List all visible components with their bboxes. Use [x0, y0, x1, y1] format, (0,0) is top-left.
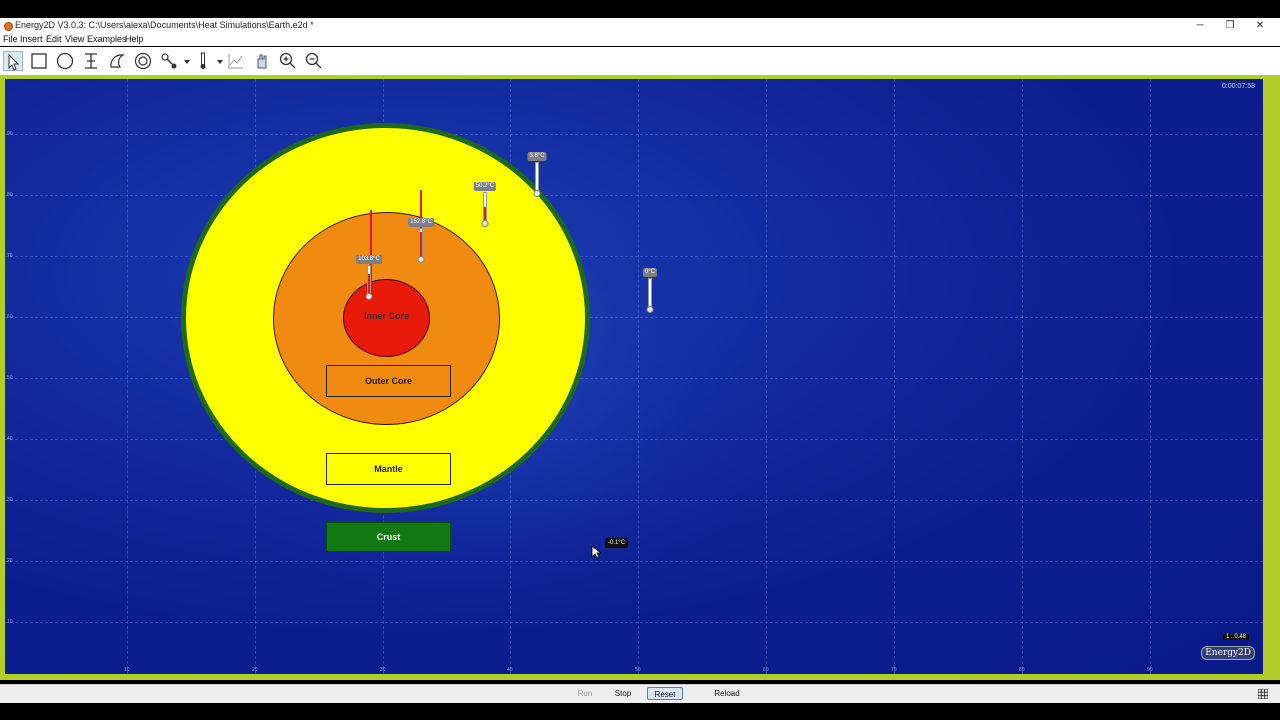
x-tick-label: 20 — [252, 667, 258, 673]
thermometer-fill — [368, 274, 370, 294]
thermometer-readout: 103.8°C — [356, 255, 382, 264]
y-tick-label: 10 — [7, 619, 13, 625]
grid-line — [766, 79, 767, 674]
grid-line — [5, 500, 1263, 501]
title-bar: Energy2D V3.0.3: C:\Users\alexa\Document… — [0, 18, 1280, 34]
grid-line — [5, 439, 1263, 440]
thermometer-readout: 3.8°C — [527, 152, 547, 161]
zoom-in-icon[interactable] — [278, 51, 298, 71]
thermometer-bulb — [533, 190, 541, 197]
heater-dropdown-icon[interactable] — [184, 60, 190, 64]
minimize-button[interactable]: ─ — [1192, 19, 1208, 33]
x-tick-label: 40 — [507, 667, 513, 673]
text-cursor-icon[interactable] — [81, 51, 101, 71]
x-tick-label: 70 — [891, 667, 897, 673]
elapsed-time: 0:00:07:58 — [1221, 83, 1255, 90]
x-tick-label: 80 — [1019, 667, 1025, 673]
menu-file[interactable]: File — [3, 34, 18, 44]
grid-toggle-icon[interactable] — [1258, 689, 1268, 699]
thermometer-readout: 152.8°C — [408, 218, 434, 227]
reload-button[interactable]: Reload — [708, 687, 746, 700]
menu-edit[interactable]: Edit — [46, 34, 62, 44]
simulation-frame: 90 80 70 60 50 40 30 20 10 10 20 30 40 5… — [0, 75, 1280, 680]
mantle-box[interactable]: Mantle — [326, 453, 451, 485]
thermometer-bulb — [365, 293, 373, 300]
window-title: Energy2D V3.0.3: C:\Users\alexa\Document… — [15, 20, 314, 30]
maximize-button[interactable]: ❐ — [1222, 19, 1238, 33]
inner-core-label: Inner Core — [363, 311, 409, 321]
reset-button[interactable]: Reset — [647, 687, 683, 700]
y-tick-label: 40 — [7, 436, 13, 442]
select-arrow-icon[interactable] — [3, 51, 23, 71]
app-icon — [4, 22, 13, 31]
x-tick-label: 10 — [124, 667, 130, 673]
thermometer-icon[interactable] — [193, 51, 213, 71]
control-bar: Run Stop Reset Reload — [0, 684, 1280, 703]
menu-bar: File Insert Edit View Examples Help — [0, 34, 1280, 46]
thermometer-tube — [535, 162, 539, 192]
grid-line — [127, 79, 128, 674]
scale-readout: 1 : 0.48 — [1222, 634, 1249, 640]
close-button[interactable]: ✕ — [1252, 19, 1268, 33]
thermometer-dropdown-icon[interactable] — [217, 60, 223, 64]
x-tick-label: 90 — [1147, 667, 1153, 673]
crust-box[interactable]: Crust — [326, 522, 451, 552]
simulation-canvas[interactable]: 90 80 70 60 50 40 30 20 10 10 20 30 40 5… — [5, 79, 1263, 674]
thermometer[interactable]: 103.8°C — [351, 255, 387, 301]
run-button[interactable]: Run — [570, 687, 600, 700]
x-tick-label: 50 — [635, 667, 641, 673]
ellipse-icon[interactable] — [55, 51, 75, 71]
grid-line — [5, 622, 1263, 623]
menu-examples[interactable]: Examples — [87, 34, 127, 44]
thermometer[interactable]: 0°C — [632, 268, 668, 314]
thermometer[interactable]: 3.8°C — [519, 152, 555, 198]
y-tick-label: 80 — [7, 192, 13, 198]
thermometer-bulb — [646, 306, 654, 313]
menu-insert[interactable]: Insert — [20, 34, 43, 44]
grid-line — [894, 79, 895, 674]
y-tick-label: 70 — [7, 253, 13, 259]
thermometer-fill — [420, 232, 422, 257]
grid-line — [638, 79, 639, 674]
heater-icon[interactable] — [159, 51, 179, 71]
grid-line — [1022, 79, 1023, 674]
thermometer[interactable]: 152.8°C — [403, 218, 439, 264]
hand-icon[interactable] — [252, 51, 272, 71]
thermometer-bulb — [481, 220, 489, 227]
outer-core-box[interactable]: Outer Core — [326, 365, 451, 397]
thermometer-fill — [484, 207, 486, 221]
x-tick-label: 60 — [763, 667, 769, 673]
energy2d-logo: Energy2D — [1201, 646, 1255, 660]
annulus-icon[interactable] — [133, 51, 153, 71]
thermometer-readout: 50.2°C — [473, 182, 497, 191]
graph-icon[interactable] — [226, 51, 246, 71]
grid-line — [5, 134, 1263, 135]
stop-button[interactable]: Stop — [608, 687, 638, 700]
grid-line — [5, 195, 1263, 196]
thermometer-tube — [648, 278, 652, 308]
thermometer-readout: 0°C — [642, 268, 658, 277]
hover-temperature-readout: -0.1°C — [605, 538, 629, 548]
thermometer-bulb — [417, 256, 425, 263]
y-tick-label: 50 — [7, 375, 13, 381]
y-tick-label: 30 — [7, 497, 13, 503]
menu-help[interactable]: Help — [125, 34, 144, 44]
zoom-out-icon[interactable] — [304, 51, 324, 71]
menu-view[interactable]: View — [65, 34, 84, 44]
blob-icon[interactable] — [107, 51, 127, 71]
toolbar — [0, 47, 1280, 75]
x-tick-label: 30 — [380, 667, 386, 673]
y-tick-label: 20 — [7, 558, 13, 564]
y-tick-label: 90 — [7, 131, 13, 137]
grid-line — [5, 561, 1263, 562]
rectangle-icon[interactable] — [29, 51, 49, 71]
thermometer[interactable]: 50.2°C — [467, 182, 503, 228]
mouse-cursor-icon — [591, 545, 603, 559]
grid-line — [1150, 79, 1151, 674]
y-tick-label: 60 — [7, 314, 13, 320]
